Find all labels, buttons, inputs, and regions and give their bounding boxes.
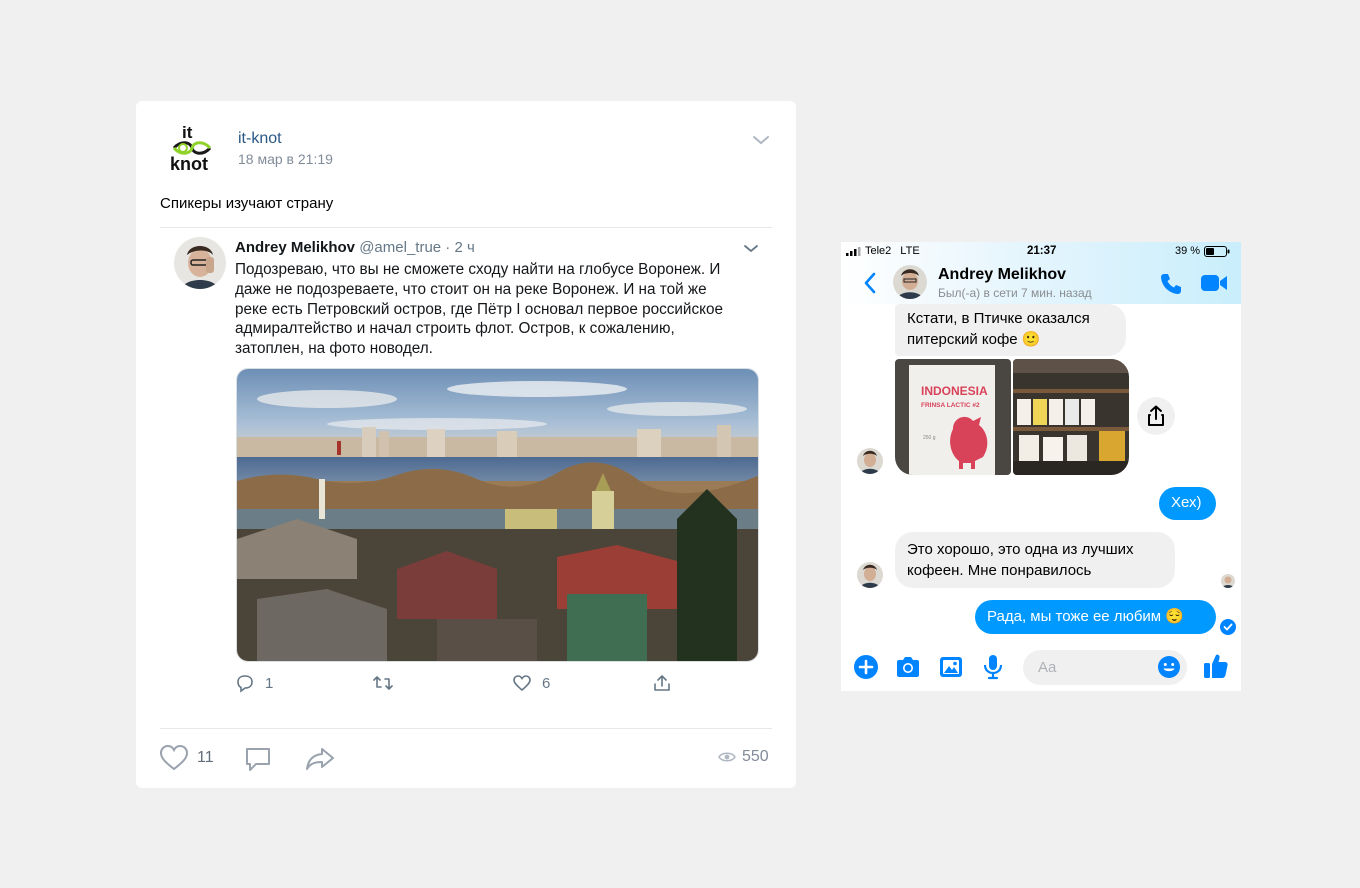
vk-views-count: 550 xyxy=(742,748,769,765)
svg-text:it: it xyxy=(182,123,193,142)
contact-name[interactable]: Andrey Melikhov xyxy=(938,266,1066,284)
tweet-share-button[interactable] xyxy=(652,673,672,693)
network-type: LTE xyxy=(900,245,920,257)
emoji-icon[interactable] xyxy=(1157,655,1181,684)
coffee-bag-photo[interactable]: INDONESIA FRINSA LACTIC #2 250 g xyxy=(895,359,1011,475)
sender-avatar[interactable] xyxy=(857,448,883,474)
status-bar-battery: 39 % xyxy=(1175,245,1230,257)
heart-icon xyxy=(513,675,531,692)
message-bubble-outgoing[interactable]: Хех) xyxy=(1159,487,1216,520)
tweet-author-name[interactable]: Andrey Melikhov xyxy=(235,239,355,256)
back-chevron-icon[interactable] xyxy=(863,272,877,299)
tweet-text-line: затоплен, на фото новодел. xyxy=(235,340,433,358)
vk-comment-button[interactable] xyxy=(244,745,272,778)
tweet-menu-chevron-down-icon[interactable] xyxy=(743,241,759,253)
message-bubble-outgoing[interactable]: Рада, мы тоже ее любим 😌 xyxy=(975,600,1216,634)
status-bar-time: 21:37 xyxy=(1027,245,1057,257)
delivered-check-icon xyxy=(1220,619,1236,640)
tweet-text-line: реке есть Петровский остров, где Пётр I … xyxy=(235,300,724,318)
battery-percent: 39 % xyxy=(1175,245,1201,257)
svg-text:knot: knot xyxy=(170,154,208,174)
plus-icon[interactable] xyxy=(853,654,879,685)
tweet-author-handle[interactable]: @amel_true xyxy=(359,239,441,256)
gallery-image-icon[interactable] xyxy=(938,655,964,684)
share-icon xyxy=(306,748,334,770)
comment-icon xyxy=(237,675,253,693)
message-text: Рада, мы тоже ее любим 😌 xyxy=(987,608,1184,625)
upload-icon xyxy=(1148,405,1164,426)
message-text: кофеен. Мне понравилось xyxy=(907,562,1092,579)
tweet-text: Подозреваю, что вы не сможете сходу найт… xyxy=(235,260,760,359)
phone-icon[interactable] xyxy=(1159,272,1183,301)
tweet-author-avatar[interactable] xyxy=(174,237,226,289)
camera-icon[interactable] xyxy=(895,655,921,684)
message-text: Хех) xyxy=(1171,494,1202,511)
tweet-text-line: Подозреваю, что вы не сможете сходу найт… xyxy=(235,261,721,278)
messenger-screenshot: Tele2 LTE 21:37 39 % Andrey Melikhov Был… xyxy=(841,242,1241,691)
tweet-header: Andrey Melikhov @amel_true · 2 ч xyxy=(235,239,475,256)
microphone-icon[interactable] xyxy=(983,654,1003,685)
seen-avatar xyxy=(1221,574,1235,588)
vk-like-count: 11 xyxy=(197,749,214,766)
message-bubble-incoming[interactable]: Это хорошо, это одна из лучших кофеен. М… xyxy=(895,532,1175,588)
tweet-like-button[interactable]: 6 xyxy=(512,673,550,693)
battery-icon xyxy=(1204,245,1230,257)
tweet-reply-count: 1 xyxy=(265,674,274,692)
eye-icon xyxy=(718,752,736,762)
status-bar-carrier: Tele2 LTE xyxy=(846,245,920,257)
vk-share-button[interactable] xyxy=(304,746,336,777)
tweet-like-count: 6 xyxy=(542,674,551,692)
message-text: питерский кофе 🙂 xyxy=(907,331,1041,348)
carrier-name: Tele2 xyxy=(865,245,892,257)
tweet-text-line: даже не подозреваете, что стоит он на ре… xyxy=(235,280,707,298)
like-icon xyxy=(159,744,189,771)
video-camera-icon[interactable] xyxy=(1200,273,1228,298)
thumbs-up-icon[interactable] xyxy=(1203,652,1229,685)
vk-like-button[interactable]: 11 xyxy=(159,744,214,772)
message-bubble-incoming[interactable]: Кстати, в Птичке оказался питерский кофе… xyxy=(895,304,1126,356)
message-composer: Aa xyxy=(841,644,1241,691)
post-text: Спикеры изучают страну xyxy=(160,195,334,212)
share-photo-button[interactable] xyxy=(1137,397,1175,435)
it-knot-logo[interactable]: it knot xyxy=(160,123,220,179)
upload-icon xyxy=(654,675,670,691)
tweet-time: · 2 ч xyxy=(441,239,475,256)
tweet-text-line: адмиралтейство и начал строить флот. Ост… xyxy=(235,320,675,338)
retweet-icon xyxy=(373,676,393,690)
vk-views-counter: 550 xyxy=(718,748,769,766)
tweet-retweet-button[interactable] xyxy=(372,673,404,693)
comment-icon xyxy=(246,748,270,771)
sender-avatar[interactable] xyxy=(857,562,883,588)
divider xyxy=(160,728,772,729)
svg-text:250 g: 250 g xyxy=(923,435,936,441)
message-text: Кстати, в Птичке оказался xyxy=(907,310,1090,327)
signal-icon xyxy=(846,246,861,256)
post-menu-chevron-down-icon[interactable] xyxy=(752,133,770,145)
coffee-shop-shelf-photo[interactable] xyxy=(1013,359,1129,475)
contact-avatar[interactable] xyxy=(893,265,927,299)
tweet-photo[interactable] xyxy=(236,368,759,662)
contact-status: Был(-а) в сети 7 мин. назад xyxy=(938,286,1092,300)
message-text: Это хорошо, это одна из лучших xyxy=(907,541,1134,558)
post-author-name[interactable]: it-knot xyxy=(238,130,282,148)
svg-text:FRINSA LACTIC #2: FRINSA LACTIC #2 xyxy=(921,402,980,409)
tweet-reply-button[interactable]: 1 xyxy=(235,673,273,693)
post-date[interactable]: 18 мар в 21:19 xyxy=(238,151,333,167)
vk-post-card: it knot it-knot 18 мар в 21:19 Спикеры и… xyxy=(136,101,796,788)
divider xyxy=(160,227,772,228)
svg-text:INDONESIA: INDONESIA xyxy=(921,384,988,398)
